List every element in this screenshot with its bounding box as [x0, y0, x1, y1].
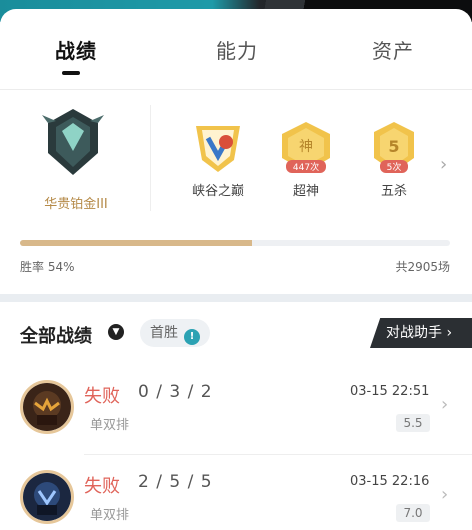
badge-peak[interactable]: 峡谷之巅 [182, 120, 254, 199]
tab-active-indicator [62, 71, 80, 75]
tab-assets[interactable]: 资产 [372, 35, 414, 64]
rank-block[interactable]: 华贵铂金III [20, 107, 132, 217]
badge-mark: 神 [299, 139, 313, 155]
badge-pentakill[interactable]: 5 5次 五杀 [358, 120, 430, 199]
badge-name: 峡谷之巅 [191, 184, 244, 199]
first-win-chip[interactable]: 首胜! [140, 319, 210, 347]
match-result: 失败 [84, 386, 120, 407]
hero-avatar [20, 470, 74, 524]
match-mode: 单双排 [90, 508, 130, 523]
chevron-down-icon[interactable]: ▼ [108, 324, 124, 340]
match-score: 5.5 [396, 414, 430, 432]
match-kda: 2 / 5 / 5 [138, 472, 213, 492]
chevron-right-icon: › [441, 484, 449, 505]
total-games-text: 共2905场 [395, 260, 450, 274]
match-list-title[interactable]: 全部战绩 [20, 322, 92, 348]
divider [150, 105, 151, 211]
pentakill-badge-icon: 5 5次 [374, 122, 414, 173]
hero-avatar [20, 380, 74, 434]
battle-assistant-button[interactable]: 对战助手 › [370, 318, 472, 348]
divider [84, 454, 472, 455]
rank-label: 华贵铂金III [44, 197, 108, 212]
badge-name: 超神 [292, 184, 319, 199]
platinum-rank-emblem-icon [42, 109, 104, 175]
match-result: 失败 [84, 476, 120, 497]
match-kda: 0 / 3 / 2 [138, 382, 213, 402]
chevron-right-icon: › [441, 394, 449, 415]
win-rate-bar-fill [20, 240, 253, 246]
divider [0, 89, 472, 90]
win-rate-text: 胜率 54% [20, 260, 75, 274]
badge-count: 447次 [293, 161, 319, 173]
tab-ability[interactable]: 能力 [216, 35, 258, 64]
chevron-right-icon[interactable]: › [440, 154, 447, 175]
match-time: 03-15 22:16 [350, 474, 430, 489]
badge-count: 5次 [387, 161, 402, 173]
badge-name: 五杀 [380, 184, 407, 199]
info-icon[interactable]: ! [184, 329, 200, 345]
tab-bar: 战绩 能力 资产 [0, 9, 472, 89]
peak-badge-icon [196, 126, 240, 172]
godlike-badge-icon: 神 447次 [282, 122, 330, 173]
match-row[interactable]: 失败 2 / 5 / 5 单双排 03-15 22:16 7.0 › [0, 462, 472, 530]
match-score: 7.0 [396, 504, 430, 522]
badge-mark: 5 [388, 137, 399, 156]
match-list-card: 全部战绩 ▼ 首胜! 对战助手 › 失败 0 / 3 / 2 单双排 03-15… [0, 302, 472, 530]
win-rate-bar [20, 240, 450, 246]
match-time: 03-15 22:51 [350, 384, 430, 399]
match-mode: 单双排 [90, 418, 130, 433]
badge-godlike[interactable]: 神 447次 超神 [270, 120, 342, 199]
match-row[interactable]: 失败 0 / 3 / 2 单双排 03-15 22:51 5.5 › [0, 372, 472, 458]
first-win-label: 首胜 [150, 325, 178, 341]
tab-record[interactable]: 战绩 [55, 35, 97, 64]
